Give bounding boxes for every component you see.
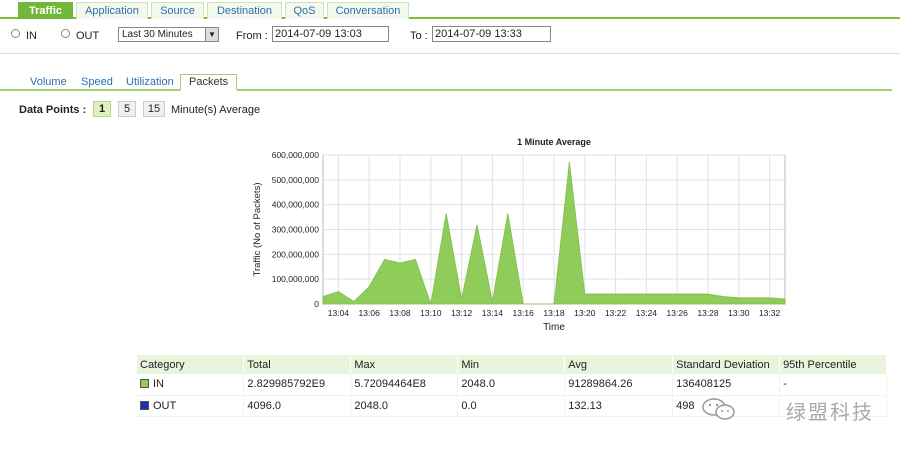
header-std: Standard Deviation <box>672 355 781 374</box>
in-radio[interactable] <box>11 29 20 38</box>
avg-cell: 91289864.26 <box>564 374 674 396</box>
x-tick-label: 13:28 <box>697 308 719 318</box>
metric-tab-bar: Volume Speed Utilization Packets <box>0 74 892 91</box>
out-color-swatch <box>140 400 149 410</box>
chevron-down-icon[interactable]: ▼ <box>205 28 218 41</box>
to-label: To : <box>410 30 428 42</box>
std-cell: 136408125 <box>672 374 781 396</box>
header-min: Min <box>457 355 566 374</box>
min-cell: 2048.0 <box>457 374 566 396</box>
tab-packets[interactable]: Packets <box>180 74 238 91</box>
y-tick-label: 0 <box>314 299 319 309</box>
x-tick-label: 13:04 <box>328 308 350 318</box>
stats-table: Category Total Max Min Avg Standard Devi… <box>137 355 887 417</box>
tab-traffic[interactable]: Traffic <box>18 2 73 19</box>
x-tick-label: 13:24 <box>636 308 658 318</box>
to-date-input[interactable]: 2014-07-09 13:33 <box>432 26 551 42</box>
data-point-15-button[interactable]: 15 <box>143 101 165 117</box>
x-tick-label: 13:16 <box>513 308 535 318</box>
x-tick-label: 13:14 <box>482 308 504 318</box>
data-point-1-button[interactable]: 1 <box>93 101 111 117</box>
header-p95: 95th Percentile <box>779 355 887 374</box>
min-cell: 0.0 <box>457 395 566 417</box>
stats-header-row: Category Total Max Min Avg Standard Devi… <box>137 355 887 374</box>
total-cell: 2.829985792E9 <box>243 374 352 396</box>
p95-cell: - <box>779 374 887 396</box>
x-axis-label: Time <box>543 322 565 333</box>
tab-application[interactable]: Application <box>76 2 148 19</box>
tab-qos[interactable]: QoS <box>285 2 324 19</box>
total-cell: 4096.0 <box>243 395 352 417</box>
wechat-icon <box>702 398 735 420</box>
tab-utilization[interactable]: Utilization <box>126 76 174 88</box>
x-tick-label: 13:08 <box>389 308 411 318</box>
tab-speed[interactable]: Speed <box>81 76 113 88</box>
data-point-5-button[interactable]: 5 <box>118 101 136 117</box>
y-tick-label: 300,000,000 <box>272 225 320 235</box>
y-axis-label: Traffic (No of Packets) <box>252 183 263 277</box>
x-tick-label: 13:12 <box>451 308 473 318</box>
time-range-value: Last 30 Minutes <box>122 29 193 40</box>
tab-destination[interactable]: Destination <box>207 2 282 19</box>
packets-chart: 0 100,000,000 200,000,000 300,000,000 400,00… <box>252 137 786 333</box>
x-tick-label: 13:22 <box>605 308 627 318</box>
x-tick-label: 13:20 <box>574 308 596 318</box>
max-cell: 5.72094464E8 <box>350 374 459 396</box>
out-radio[interactable] <box>61 29 70 38</box>
header-max: Max <box>350 355 459 374</box>
header-total: Total <box>243 355 352 374</box>
x-tick-label: 13:32 <box>759 308 781 318</box>
tab-source[interactable]: Source <box>151 2 204 19</box>
category-label: IN <box>153 378 164 391</box>
data-points-suffix: Minute(s) Average <box>171 104 261 116</box>
data-points-label: Data Points : <box>19 104 87 116</box>
x-tick-label: 13:10 <box>420 308 442 318</box>
avg-cell: 132.13 <box>564 395 674 417</box>
tab-conversation[interactable]: Conversation <box>327 2 409 19</box>
y-tick-label: 100,000,000 <box>272 274 320 284</box>
header-avg: Avg <box>564 355 674 374</box>
chart-title: 1 Minute Average <box>517 137 591 147</box>
filter-bar: IN OUT Last 30 Minutes ▼ From : 2014-07-… <box>0 24 900 54</box>
category-label: OUT <box>153 399 177 412</box>
x-tick-label: 13:30 <box>728 308 750 318</box>
header-category: Category <box>137 355 245 374</box>
from-label: From : <box>236 30 268 42</box>
tab-volume[interactable]: Volume <box>30 76 67 88</box>
x-tick-label: 13:18 <box>543 308 565 318</box>
y-tick-label: 600,000,000 <box>272 150 320 160</box>
watermark-text: 绿盟科技 <box>786 400 874 424</box>
from-date-input[interactable]: 2014-07-09 13:03 <box>272 26 389 42</box>
category-cell: IN <box>137 374 245 396</box>
max-cell: 2048.0 <box>350 395 459 417</box>
category-cell: OUT <box>137 395 245 417</box>
y-tick-label: 200,000,000 <box>272 249 320 259</box>
out-label: OUT <box>76 30 100 42</box>
in-label: IN <box>26 30 37 42</box>
table-row: IN 2.829985792E9 5.72094464E8 2048.0 912… <box>137 374 887 396</box>
top-tab-bar: Traffic Application Source Destination Q… <box>0 0 900 19</box>
in-color-swatch <box>140 379 149 389</box>
x-tick-label: 13:26 <box>667 308 689 318</box>
table-row: OUT 4096.0 2048.0 0.0 132.13 498 <box>137 395 887 417</box>
x-tick-label: 13:06 <box>359 308 381 318</box>
y-tick-label: 500,000,000 <box>272 175 320 185</box>
y-tick-label: 400,000,000 <box>272 200 320 210</box>
time-range-select[interactable]: Last 30 Minutes ▼ <box>118 27 219 42</box>
